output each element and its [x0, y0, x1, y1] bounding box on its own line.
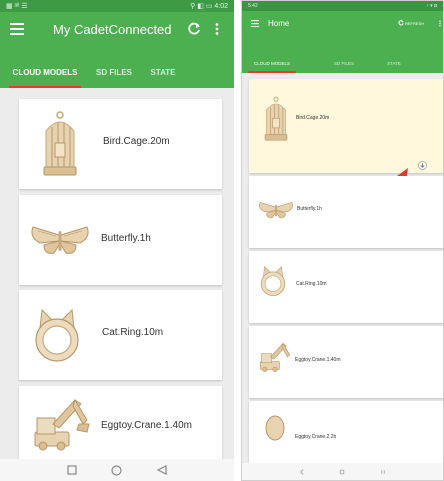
tab-cloud-models[interactable]: CLOUD MODELS — [248, 37, 296, 73]
app-title: Home — [268, 19, 290, 28]
cat-ring-thumbnail — [34, 308, 80, 366]
model-card[interactable]: Eggtoy.Crane.1.40m — [249, 326, 443, 398]
app-bar: Home REFRESH — [242, 11, 443, 37]
model-card[interactable]: Butterfly.1h — [249, 176, 443, 248]
status-left: ▦ ᵃˡˡ ☰ — [6, 3, 28, 10]
crane-thumbnail — [31, 394, 91, 454]
model-card[interactable]: Eggtoy.Crane.2.2h — [249, 401, 443, 463]
tab-label: STATE — [387, 61, 401, 66]
model-card[interactable]: Cat.Ring.10m — [19, 290, 222, 380]
model-name: Butterfly.1h — [101, 233, 151, 244]
status-left: 5:42 — [248, 3, 258, 9]
model-name: Eggtoy.Crane.1.40m — [101, 420, 192, 431]
model-name: Bird.Cage.20m — [103, 136, 170, 147]
model-card[interactable]: Bird.Cage.20m — [19, 99, 222, 189]
cat-ring-thumbnail — [260, 265, 286, 299]
model-name: Cat.Ring.10m — [102, 327, 164, 338]
home-icon[interactable] — [111, 464, 123, 476]
tab-sd-files[interactable]: SD FILES — [324, 37, 364, 73]
home-icon[interactable] — [339, 469, 345, 475]
system-nav-bar — [242, 463, 443, 480]
hamburger-menu-icon[interactable] — [10, 23, 24, 35]
model-card-selected[interactable]: Bird.Cage.20m — [249, 79, 443, 173]
model-card[interactable]: Eggtoy.Crane.1.40m — [19, 386, 222, 462]
refresh-label: REFRESH — [405, 20, 425, 26]
egg-thumbnail — [265, 411, 285, 441]
model-name: Eggtoy.Crane.1.40m — [295, 357, 341, 363]
refresh-icon — [398, 20, 404, 26]
status-bar: 5:42 ◔ ▾ ◘ — [242, 1, 443, 11]
system-nav-bar — [0, 459, 234, 481]
recent-apps-icon[interactable] — [67, 465, 77, 475]
app-bar: My CadetConnected — [0, 12, 234, 48]
tab-label: STATE — [150, 68, 176, 77]
more-vert-icon[interactable] — [215, 23, 219, 35]
recent-apps-icon[interactable] — [380, 469, 386, 475]
more-vert-icon[interactable] — [439, 20, 441, 27]
butterfly-thumbnail — [258, 200, 294, 220]
tab-sd-files[interactable]: SD FILES — [87, 48, 141, 88]
status-right: ◔ ▾ ◘ — [425, 3, 437, 9]
tab-bar: CLOUD MODELS SD FILES STATE — [242, 37, 443, 73]
right-phone-screen: 5:42 ◔ ▾ ◘ Home REFRESH CLOUD MODELS SD … — [241, 0, 444, 481]
model-name: Eggtoy.Crane.2.2h — [295, 434, 337, 440]
app-title: My CadetConnected — [53, 22, 172, 37]
tab-state[interactable]: STATE — [374, 37, 414, 73]
download-icon[interactable] — [418, 161, 427, 170]
model-card[interactable]: Cat.Ring.10m — [249, 251, 443, 323]
tab-label: SD FILES — [333, 61, 354, 66]
bird-cage-thumbnail — [41, 111, 79, 177]
butterfly-thumbnail — [30, 223, 90, 257]
bird-cage-thumbnail — [263, 95, 289, 143]
model-name: Butterfly.1h — [297, 206, 322, 212]
model-name: Cat.Ring.10m — [296, 281, 327, 287]
tab-label: CLOUD MODELS — [12, 68, 78, 77]
tab-bar: CLOUD MODELS SD FILES STATE — [0, 48, 234, 88]
model-name: Bird.Cage.20m — [296, 115, 330, 121]
tab-cloud-models[interactable]: CLOUD MODELS — [9, 48, 81, 88]
back-icon[interactable] — [156, 465, 167, 475]
model-card[interactable]: Butterfly.1h — [19, 195, 222, 285]
left-phone-screen: ▦ ᵃˡˡ ☰ ⚲ ◧ ▭ 4:02 My CadetConnected CLO… — [0, 0, 234, 481]
status-bar: ▦ ᵃˡˡ ☰ ⚲ ◧ ▭ 4:02 — [0, 0, 234, 12]
tab-label: SD FILES — [95, 68, 132, 77]
status-right: ⚲ ◧ ▭ 4:02 — [190, 3, 228, 10]
refresh-button[interactable]: REFRESH — [398, 20, 424, 26]
hamburger-menu-icon[interactable] — [251, 20, 259, 27]
crane-thumbnail — [258, 340, 292, 374]
back-icon[interactable] — [299, 468, 305, 475]
tab-label: CLOUD MODELS — [253, 61, 290, 66]
tab-state[interactable]: STATE — [141, 48, 185, 88]
refresh-icon[interactable] — [187, 22, 201, 36]
